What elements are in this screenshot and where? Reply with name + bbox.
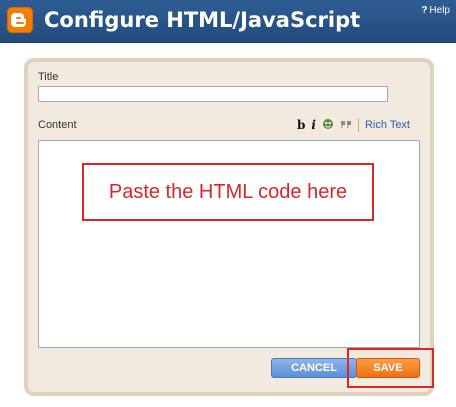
- help-label: Help: [429, 5, 450, 16]
- dialog-title: Configure HTML/JavaScript: [44, 8, 361, 32]
- title-input[interactable]: [38, 86, 388, 102]
- help-link[interactable]: ? Help: [421, 5, 450, 16]
- link-icon[interactable]: [322, 118, 334, 133]
- title-label: Title: [38, 71, 59, 83]
- editor-toolbar: b i Rich Text: [297, 117, 410, 133]
- toolbar-divider: [357, 118, 359, 132]
- help-icon: ?: [421, 5, 428, 16]
- save-highlight-annotation: [347, 348, 434, 388]
- cancel-button[interactable]: CANCEL: [271, 358, 357, 378]
- content-label: Content: [38, 119, 77, 131]
- blockquote-icon[interactable]: [340, 118, 352, 133]
- paste-html-annotation: Paste the HTML code here: [82, 163, 374, 221]
- dialog-header: Configure HTML/JavaScript ? Help: [0, 0, 456, 43]
- config-panel: Title Content b i Rich Text: [24, 58, 434, 396]
- rich-text-link[interactable]: Rich Text: [365, 119, 410, 131]
- blogger-logo-icon: [7, 7, 33, 33]
- bold-button[interactable]: b: [297, 118, 305, 132]
- italic-button[interactable]: i: [311, 118, 316, 132]
